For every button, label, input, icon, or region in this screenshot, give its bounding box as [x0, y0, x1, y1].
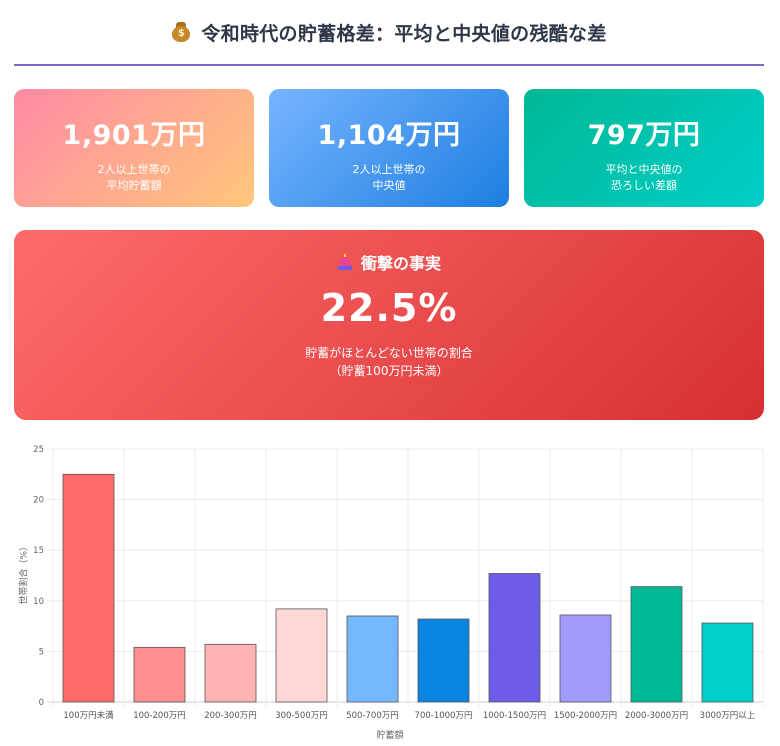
- x-tick-label: 100-200万円: [133, 711, 186, 721]
- average-savings-card: 1,901万円 2人以上世帯の 平均貯蓄額: [14, 89, 254, 207]
- x-tick-label: 300-500万円: [275, 711, 328, 721]
- bar: [275, 608, 328, 703]
- bar: [488, 573, 541, 703]
- y-tick-label: 15: [33, 546, 44, 556]
- difference-card: 797万円 平均と中央値の 恐ろしい差額: [524, 89, 764, 207]
- y-tick-label: 0: [39, 698, 44, 708]
- bar: [701, 622, 754, 703]
- median-savings-card: 1,104万円 2人以上世帯の 中央値: [269, 89, 509, 207]
- shocking-fact-panel: 衝撃の事実 22.5% 貯蓄がほとんどない世帯の割合 （貯蓄100万円未満）: [14, 230, 764, 420]
- bar: [133, 646, 186, 703]
- x-tick-label: 3000万円以上: [700, 711, 756, 721]
- x-tick-label: 200-300万円: [204, 711, 257, 721]
- page-header: $ 令和時代の貯蓄格差：平均と中央値の残酷な差: [14, 0, 764, 66]
- y-tick-label: 5: [39, 647, 44, 657]
- x-tick-label: 100万円未満: [63, 710, 114, 721]
- shocking-fact-value: 22.5%: [320, 286, 458, 330]
- money-bag-icon: $: [171, 21, 191, 43]
- y-tick-label: 25: [33, 445, 44, 455]
- y-tick-label: 20: [33, 496, 44, 506]
- median-savings-label: 2人以上世帯の 中央値: [352, 163, 426, 192]
- average-savings-value: 1,901万円: [62, 120, 206, 151]
- bar: [204, 643, 257, 703]
- x-tick-label: 2000-3000万円: [625, 711, 688, 721]
- bar: [559, 614, 612, 703]
- bar: [630, 586, 683, 703]
- difference-value: 797万円: [587, 120, 701, 151]
- y-axis-label: 世帯割合（%）: [19, 541, 30, 605]
- shocking-fact-title: 衝撃の事実: [360, 254, 441, 273]
- y-tick-label: 10: [33, 597, 44, 607]
- average-savings-label: 2人以上世帯の 平均貯蓄額: [97, 163, 171, 192]
- bar: [62, 473, 115, 703]
- difference-label: 平均と中央値の 恐ろしい差額: [605, 163, 683, 192]
- bar: [346, 615, 399, 703]
- chart-canvas: 0 5 10 15 20 25 100万円未満 100-200万円 200-300万円 300-5…: [33, 445, 764, 721]
- x-tick-label: 500-700万円: [346, 711, 399, 721]
- median-savings-value: 1,104万円: [317, 120, 461, 151]
- siren-icon: [337, 254, 353, 270]
- bar: [417, 618, 470, 703]
- savings-distribution-chart: 0 5 10 15 20 25 100万円未満 100-200万円 200-300万円 300-5…: [0, 436, 780, 746]
- x-axis-label: 貯蓄額: [376, 731, 404, 741]
- x-tick-label: 700-1000万円: [415, 711, 473, 721]
- shocking-fact-description: 貯蓄がほとんどない世帯の割合 （貯蓄100万円未満）: [305, 346, 473, 378]
- x-tick-label: 1500-2000万円: [554, 711, 617, 721]
- page-title: 令和時代の貯蓄格差：平均と中央値の残酷な差: [201, 22, 607, 45]
- x-tick-label: 1000-1500万円: [483, 711, 546, 721]
